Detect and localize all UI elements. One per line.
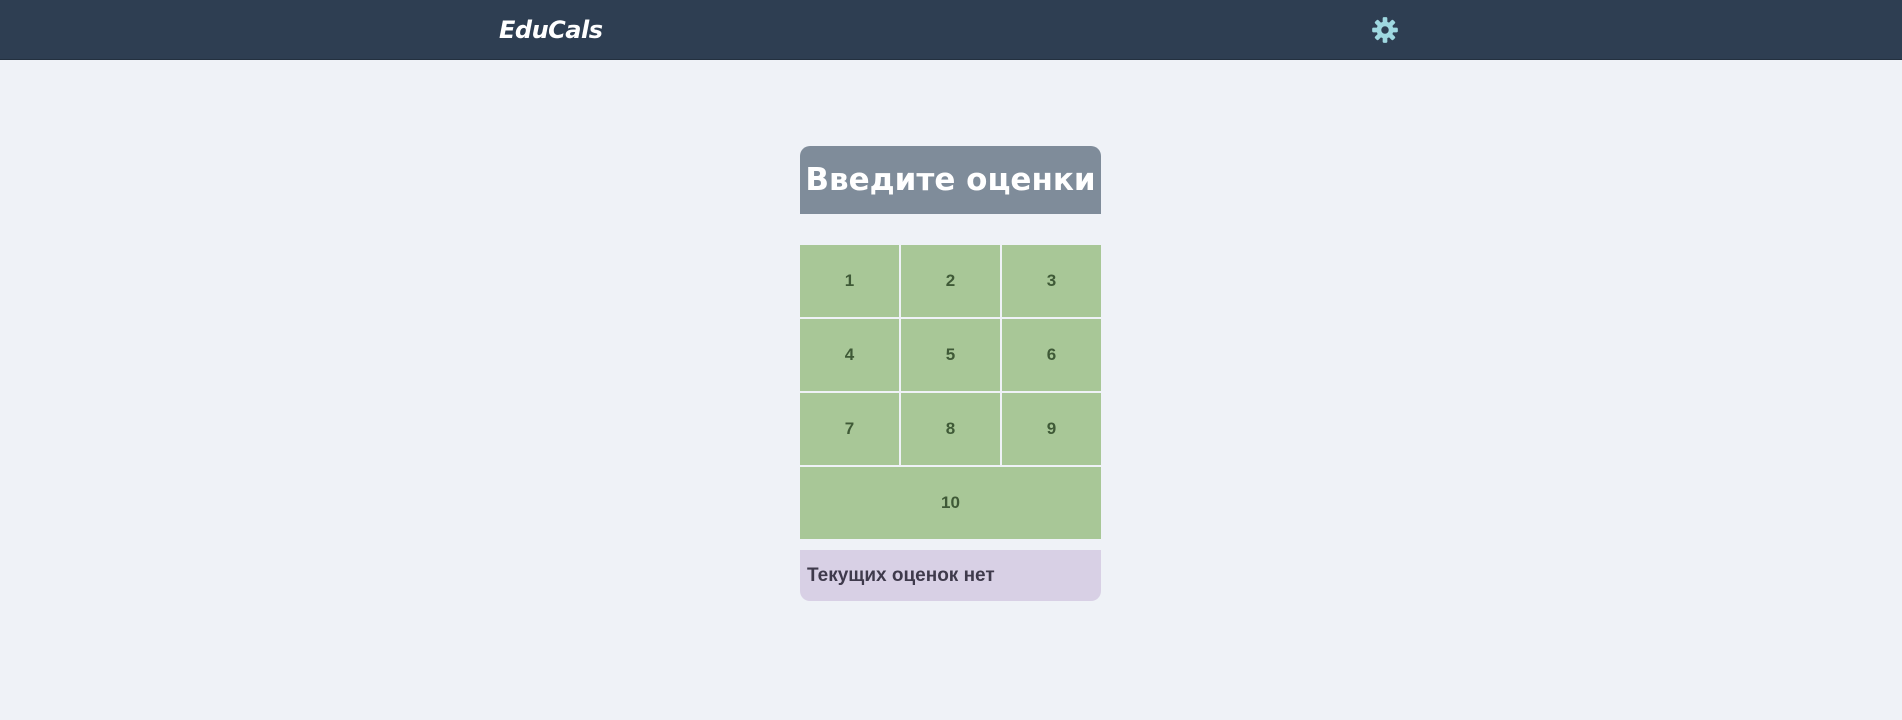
top-navigation-bar: EduCals xyxy=(0,0,1902,60)
grade-button-8[interactable]: 8 xyxy=(901,393,1000,465)
app-logo[interactable]: EduCals xyxy=(499,15,603,45)
grade-button-5[interactable]: 5 xyxy=(901,319,1000,391)
grade-button-1[interactable]: 1 xyxy=(800,245,899,317)
panel-title: Введите оценки xyxy=(800,146,1101,214)
grade-button-10[interactable]: 10 xyxy=(800,467,1101,539)
settings-button[interactable] xyxy=(1371,16,1399,44)
grade-keypad: 1 2 3 4 5 6 7 8 9 10 xyxy=(800,245,1101,539)
grade-entry-panel: Введите оценки 1 2 3 4 5 6 7 8 9 10 Теку… xyxy=(800,146,1101,601)
grade-button-6[interactable]: 6 xyxy=(1002,319,1101,391)
current-grades-status: Текущих оценок нет xyxy=(800,550,1101,601)
gear-icon xyxy=(1372,17,1398,43)
grade-button-3[interactable]: 3 xyxy=(1002,245,1101,317)
grade-button-4[interactable]: 4 xyxy=(800,319,899,391)
grade-button-9[interactable]: 9 xyxy=(1002,393,1101,465)
grade-button-2[interactable]: 2 xyxy=(901,245,1000,317)
grade-button-7[interactable]: 7 xyxy=(800,393,899,465)
